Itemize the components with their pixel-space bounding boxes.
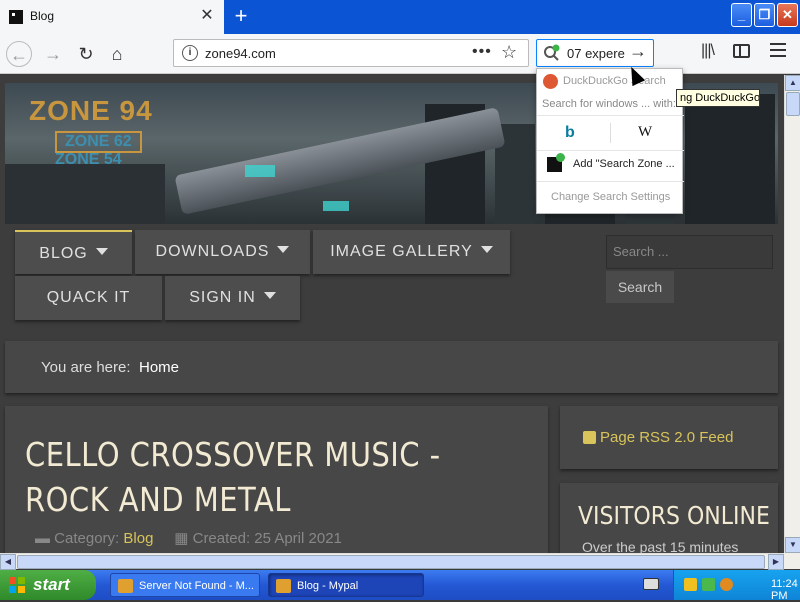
new-tab-button[interactable]: + [230,4,252,28]
hamburger-menu-icon[interactable] [770,43,786,57]
reload-button[interactable]: ↻ [73,41,99,67]
visitors-subtitle: Over the past 15 minutes [582,539,739,553]
minimize-button[interactable]: _ [731,3,752,27]
library-icon[interactable]: |||\ [701,42,715,60]
article-title[interactable]: CELLO CROSSOVER MUSIC - ROCK AND METAL [25,432,465,522]
calendar-icon: ▦ [174,530,193,547]
tab-title: Blog [30,9,55,23]
wikipedia-icon[interactable]: W [638,124,652,141]
windows-logo-icon [9,577,25,593]
keyboard-icon[interactable] [643,578,659,590]
search-engine-icon[interactable] [543,44,561,62]
browser-icon [118,579,133,593]
scroll-right-button[interactable]: ▶ [768,554,784,570]
article-meta: ▬ Category: Blog ▦ Created: 25 April 202… [35,529,342,547]
neon-sign [323,201,349,211]
vertical-scrollbar[interactable]: ▲ ▼ [784,75,800,553]
caret-down-icon [277,246,290,253]
breadcrumb-label: You are here: [41,359,131,376]
url-text[interactable]: zone94.com [205,46,276,61]
neon-sign [245,165,275,177]
logo-subtitle: ZONE 62 [55,131,142,153]
scroll-thumb[interactable] [786,92,800,116]
address-bar[interactable]: i zone94.com ••• ☆ [173,39,529,67]
close-window-button[interactable]: ✕ [777,3,798,27]
search-tray-icon[interactable] [720,578,733,591]
menu-item-sign-in[interactable]: SIGN IN [165,276,300,320]
tab-close-icon[interactable]: ✕ [198,6,216,26]
menu-item-quack-it[interactable]: QUACK IT [15,276,162,320]
caret-down-icon [480,246,493,253]
tooltip: ng DuckDuckGo [676,89,760,107]
system-tray: 11:24 PM [673,570,800,602]
change-search-settings-button[interactable]: Change Search Settings [551,191,670,203]
taskbar-item[interactable]: Server Not Found - M... [110,573,260,597]
site-search-input[interactable]: Search ... [606,235,773,269]
search-bar[interactable]: 07 expere → [536,39,654,67]
scroll-left-button[interactable]: ◀ [0,554,16,570]
duckduckgo-icon [543,74,558,89]
taskbar-item-active[interactable]: Blog - Mypal [268,573,424,597]
bing-icon[interactable]: b [565,124,581,142]
add-engine-icon [547,153,565,172]
taskbar: start Server Not Found - M... Blog - Myp… [0,570,800,602]
tab-blog[interactable]: Blog ✕ [0,0,224,34]
menu-item-downloads[interactable]: DOWNLOADS [135,230,310,274]
horizontal-scrollbar[interactable]: ◀ ▶ [0,553,784,570]
scroll-up-button[interactable]: ▲ [785,75,800,91]
breadcrumb: You are here: Home [5,341,778,393]
category-link[interactable]: Blog [123,530,153,547]
search-bar-text[interactable]: 07 expere [567,46,625,61]
search-go-icon[interactable]: → [629,41,647,62]
security-shield-icon[interactable] [684,578,697,591]
site-favicon-icon [9,10,23,24]
sidebar-toggle-icon[interactable] [733,44,750,58]
tab-bar: Blog ✕ + _ ❐ ✕ [0,0,800,34]
maximize-button[interactable]: ❐ [754,3,775,27]
divider [610,123,611,143]
site-search-button[interactable]: Search [606,271,674,303]
add-search-engine-item[interactable]: Add "Search Zone ... [573,158,675,170]
visitors-module: VISITORS ONLINE Over the past 15 minutes [560,483,778,553]
browser-icon [276,579,291,593]
back-button[interactable]: ← [6,41,32,67]
created-date: Created: 25 April 2021 [192,530,342,547]
rss-icon [583,431,596,444]
caret-down-icon [95,248,108,255]
visitors-title: VISITORS ONLINE [578,501,770,530]
clock[interactable]: 11:24 PM [771,578,800,602]
page-actions-icon[interactable]: ••• [472,43,492,61]
search-for-label: Search for windows ... with: [542,98,676,110]
search-dropdown-popup: DuckDuckGo Search Search for windows ...… [536,68,684,214]
rss-module: Page RSS 2.0 Feed [560,406,778,469]
menu-item-blog[interactable]: BLOG [15,230,132,274]
menu-item-image-gallery[interactable]: IMAGE GALLERY [313,230,510,274]
divider [537,150,684,151]
category-label: Category: [54,530,120,547]
forward-button[interactable]: → [40,41,66,67]
breadcrumb-home: Home [139,359,180,376]
divider [537,115,684,116]
folder-icon: ▬ [35,530,55,547]
rss-feed-link[interactable]: Page RSS 2.0 Feed [600,429,733,446]
scrollbar-corner [784,553,800,569]
start-button[interactable]: start [0,570,96,600]
network-icon[interactable] [702,578,715,591]
start-label: start [33,575,70,594]
home-button[interactable]: ⌂ [104,41,130,67]
scroll-thumb[interactable] [17,555,765,569]
logo-subtitle: ZONE 54 [55,151,122,168]
site-info-icon[interactable]: i [182,45,198,61]
divider [537,181,684,182]
current-engine-label: DuckDuckGo Search [563,75,666,87]
article-card: CELLO CROSSOVER MUSIC - ROCK AND METAL ▬… [5,406,548,553]
bookmark-star-icon[interactable]: ☆ [501,42,517,63]
site-logo: ZONE 94 [29,95,153,126]
caret-down-icon [263,292,276,299]
scroll-down-button[interactable]: ▼ [785,537,800,553]
